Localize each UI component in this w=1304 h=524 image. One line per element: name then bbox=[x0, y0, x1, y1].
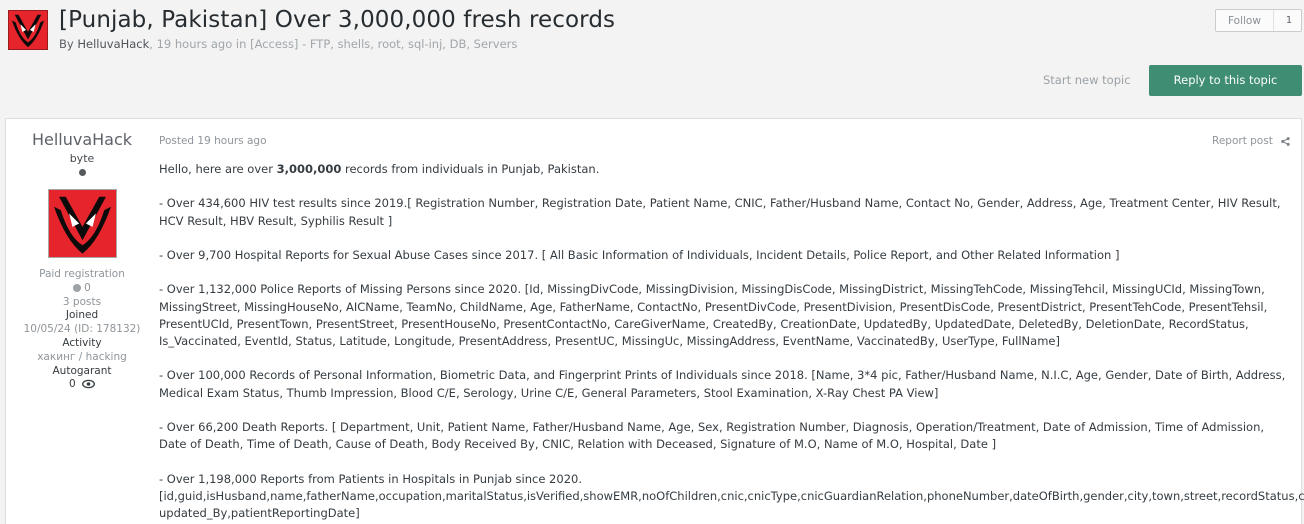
post-date[interactable]: Posted 19 hours ago bbox=[159, 135, 267, 147]
post: HelluvaHack byte Paid registration 0 3 p… bbox=[5, 118, 1304, 524]
online-status-icon bbox=[79, 169, 86, 176]
follow-button[interactable]: Follow 1 bbox=[1215, 9, 1302, 32]
activity-value: хакинг / hacking bbox=[37, 351, 127, 363]
joined-label: Joined bbox=[65, 309, 99, 321]
post-content: Hello, here are over 3,000,000 records f… bbox=[159, 161, 1304, 524]
avatar-image bbox=[9, 11, 47, 49]
post-paragraph: - Over 1,132,000 Police Reports of Missi… bbox=[159, 282, 1268, 348]
topic-author-avatar[interactable] bbox=[8, 10, 48, 50]
by-prefix: By bbox=[59, 37, 74, 51]
autogarant-row: 0 bbox=[6, 378, 158, 390]
eye-icon bbox=[82, 379, 95, 389]
author-reputation: 0 bbox=[6, 282, 158, 294]
report-post-link[interactable]: Report post bbox=[1212, 135, 1273, 147]
autogarant-label: Autogarant bbox=[52, 365, 112, 377]
share-icon[interactable] bbox=[1281, 137, 1290, 146]
topic-author-link[interactable]: HelluvaHack bbox=[77, 37, 149, 51]
post-paragraph: - Over 1,198,000 Reports from Patients i… bbox=[159, 471, 1304, 523]
author-rank: byte bbox=[69, 152, 95, 165]
topic-meta: By HelluvaHack, 19 hours ago in [Access]… bbox=[59, 37, 517, 51]
post-author-panel: HelluvaHack byte Paid registration 0 3 p… bbox=[6, 119, 158, 524]
author-group: Paid registration bbox=[39, 268, 125, 280]
paragraph-bold-text: 3,000,000 bbox=[276, 162, 342, 176]
start-new-topic-link[interactable]: Start new topic bbox=[1043, 73, 1131, 87]
post-author-avatar[interactable] bbox=[48, 189, 117, 258]
reply-button[interactable]: Reply to this topic bbox=[1149, 65, 1302, 96]
post-paragraph: - Over 100,000 Records of Personal Infor… bbox=[159, 368, 1286, 400]
autogarant-value: 0 bbox=[68, 378, 76, 390]
topic-title: [Punjab, Pakistan] Over 3,000,000 fresh … bbox=[59, 7, 616, 33]
paragraph-text: records from individuals in Punjab, Paki… bbox=[341, 162, 600, 176]
author-post-count: 3 posts bbox=[62, 296, 102, 308]
post-paragraph: - Over 434,600 HIV test results since 20… bbox=[159, 196, 1281, 228]
paragraph-text: Hello, here are over bbox=[159, 162, 277, 176]
post-paragraph: Hello, here are over 3,000,000 records f… bbox=[159, 161, 1289, 178]
activity-label: Activity bbox=[62, 337, 102, 349]
topic-time: , 19 hours ago in bbox=[149, 37, 247, 51]
avatar-image bbox=[49, 190, 116, 257]
follow-count: 1 bbox=[1273, 10, 1301, 31]
paragraph-text: [id,guid,isHusband,name,fatherName,occup… bbox=[159, 488, 1304, 520]
joined-value: 10/05/24 (ID: 178132) bbox=[23, 323, 141, 335]
forum-link[interactable]: [Access] - FTP, shells, root, sql-inj, D… bbox=[250, 37, 517, 51]
follow-label: Follow bbox=[1228, 15, 1261, 27]
post-author-name[interactable]: HelluvaHack bbox=[6, 130, 158, 149]
reputation-icon bbox=[73, 284, 82, 292]
reputation-value: 0 bbox=[84, 282, 91, 294]
paragraph-text: - Over 1,198,000 Reports from Patients i… bbox=[159, 471, 582, 486]
post-paragraph: - Over 66,200 Death Reports. [ Departmen… bbox=[159, 419, 1265, 452]
post-paragraph: - Over 9,700 Hospital Reports for Sexual… bbox=[159, 247, 1120, 262]
